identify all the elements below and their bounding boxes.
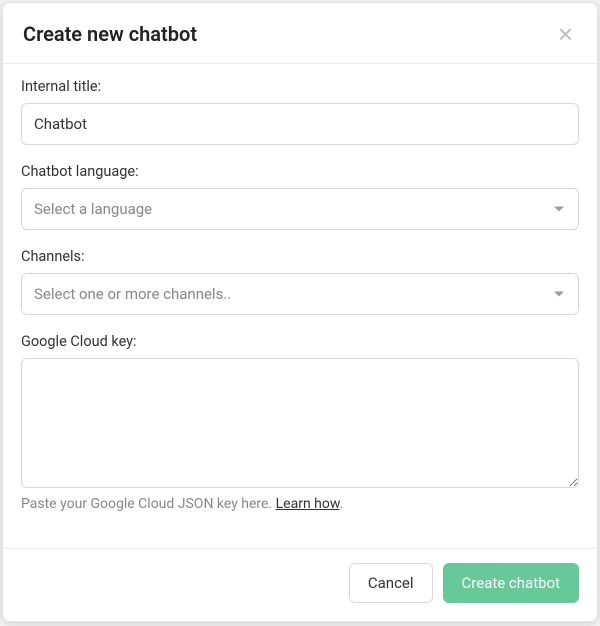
google-cloud-key-label: Google Cloud key: (21, 333, 579, 350)
google-cloud-key-group: Google Cloud key: Paste your Google Clou… (21, 333, 579, 512)
language-select[interactable]: Select a language (21, 188, 579, 230)
caret-down-icon (554, 207, 564, 212)
internal-title-label: Internal title: (21, 78, 579, 95)
language-label: Chatbot language: (21, 163, 579, 180)
caret-down-icon (554, 292, 564, 297)
modal-footer: Cancel Create chatbot (3, 548, 597, 621)
cancel-button[interactable]: Cancel (349, 563, 433, 603)
close-icon: × (558, 19, 573, 49)
modal-body: Internal title: Chatbot language: Select… (3, 64, 597, 548)
modal-title: Create new chatbot (23, 22, 197, 46)
close-button[interactable]: × (554, 21, 577, 47)
channels-label: Channels: (21, 248, 579, 265)
language-group: Chatbot language: Select a language (21, 163, 579, 230)
create-chatbot-button[interactable]: Create chatbot (443, 563, 579, 603)
modal-header: Create new chatbot × (3, 3, 597, 64)
internal-title-group: Internal title: (21, 78, 579, 145)
google-cloud-key-textarea[interactable] (21, 358, 579, 488)
channels-select[interactable]: Select one or more channels.. (21, 273, 579, 315)
helper-prefix: Paste your Google Cloud JSON key here. (21, 496, 276, 512)
google-cloud-key-helper: Paste your Google Cloud JSON key here. L… (21, 496, 579, 512)
language-placeholder: Select a language (34, 200, 152, 218)
channels-placeholder: Select one or more channels.. (34, 285, 231, 303)
helper-suffix: . (340, 496, 344, 512)
internal-title-input[interactable] (21, 103, 579, 145)
learn-how-link[interactable]: Learn how (276, 496, 340, 512)
create-chatbot-modal: Create new chatbot × Internal title: Cha… (2, 2, 598, 622)
channels-group: Channels: Select one or more channels.. (21, 248, 579, 315)
